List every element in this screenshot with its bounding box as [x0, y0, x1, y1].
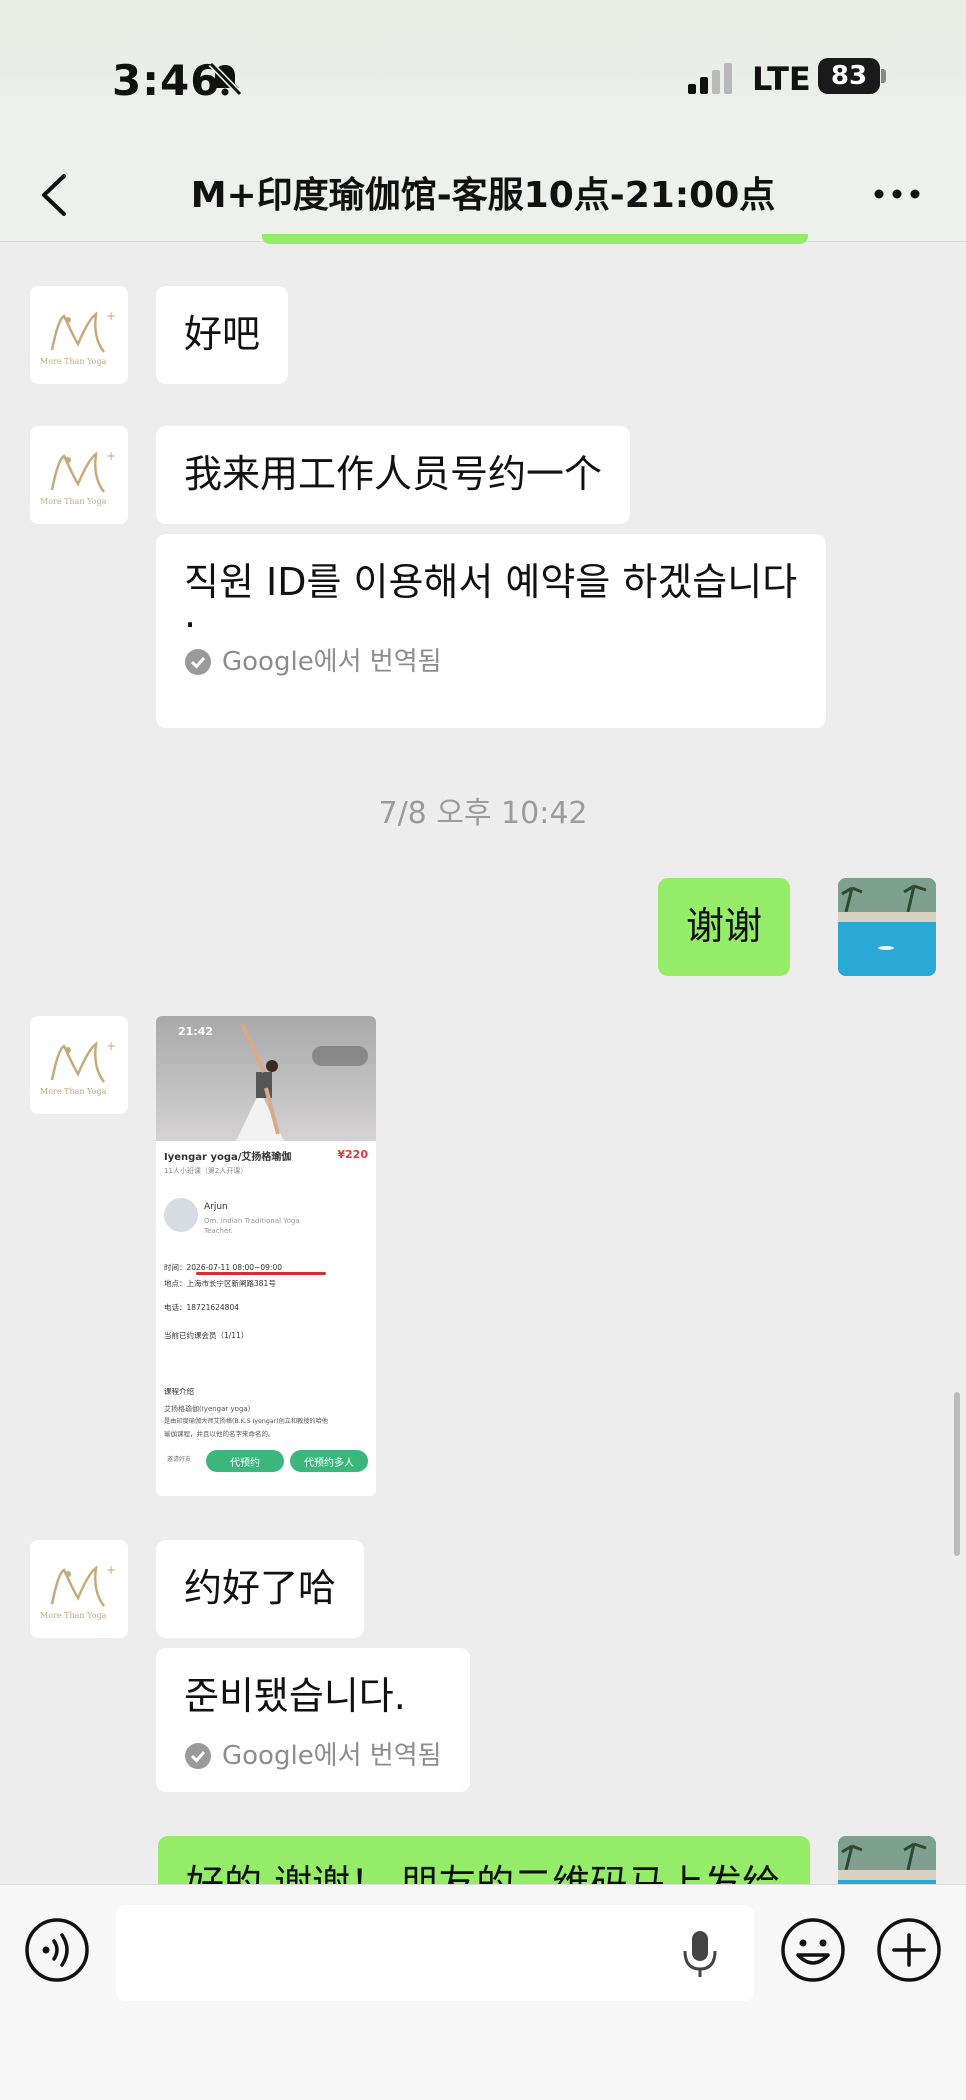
bell-off-icon — [208, 61, 243, 97]
translated-text: 직원 ID를 이용해서 예약을 하겠습니다 — [184, 560, 798, 604]
contact-avatar[interactable]: + More Than Yoga — [30, 426, 128, 524]
input-bar — [0, 1884, 966, 2100]
voice-input-icon[interactable] — [24, 1917, 90, 1983]
class-intro-line: 是由印度瑜伽大师艾扬格(B.K.S Iyengar)创立和教授的哈他 — [164, 1418, 328, 1425]
logo-text: More Than Yoga — [40, 1611, 107, 1620]
more-options-icon[interactable] — [872, 184, 922, 204]
translated-text: 준비됐습니다. — [184, 1674, 406, 1718]
yoga-logo-icon: + More Than Yoga — [40, 1563, 116, 1620]
class-intro-line: 艾扬格瑜伽(Iyengar yoga) — [164, 1405, 251, 1413]
share-friend-label: 邀请好友 — [166, 1456, 191, 1463]
class-location-row: 地点：上海市长宁区新闸路381号 — [164, 1279, 276, 1288]
status-time: 3:46 — [112, 56, 221, 105]
message-bubble-incoming[interactable]: 好吧 — [156, 286, 289, 384]
contact-avatar[interactable]: + More Than Yoga — [30, 286, 128, 384]
teacher-avatar — [164, 1198, 198, 1232]
message-timestamp: 7/8 오후 10:42 — [378, 796, 588, 831]
battery-nub — [881, 69, 886, 83]
message-text: 我来用工作人员号约一个 — [184, 452, 603, 496]
contact-avatar[interactable]: + More Than Yoga — [30, 1540, 128, 1638]
svg-text:+: + — [106, 449, 116, 463]
class-subtitle: 11人小班课（第2人开课） — [164, 1167, 248, 1175]
logo-text: More Than Yoga — [40, 1087, 107, 1096]
check-circle-icon — [185, 649, 211, 675]
translation-source: Google에서 번역됨 — [184, 638, 798, 686]
class-intro-line: 瑜伽课程，并且以他的名字来命名的。 — [164, 1430, 275, 1438]
book-multiple-button: 代预约多人 — [290, 1450, 368, 1472]
signal-icon — [688, 63, 732, 94]
translation-source: Google에서 번역됨 — [184, 1732, 442, 1780]
class-price: ¥220 — [337, 1148, 368, 1161]
battery-level: 83 — [830, 61, 868, 91]
svg-text:+: + — [106, 1563, 116, 1577]
class-intro-title: 课程介绍 — [164, 1387, 194, 1396]
yoga-pose-photo: 21:42 — [156, 1016, 376, 1141]
translation-bubble[interactable]: 직원 ID를 이용해서 예약을 하겠습니다 . Google에서 번역됨 — [156, 534, 826, 728]
message-text: 好吧 — [184, 312, 261, 356]
previous-green-bubble-edge — [262, 234, 808, 244]
microphone-icon[interactable] — [680, 1929, 720, 1979]
yoga-logo-icon: + More Than Yoga — [40, 1039, 116, 1096]
red-underline-mark — [196, 1272, 326, 1275]
emoji-icon[interactable] — [780, 1917, 846, 1983]
class-phone-row: 电话：18721624804 — [164, 1303, 239, 1312]
translation-note: Google에서 번역됨 — [222, 647, 442, 677]
yoga-logo-icon: + More Than Yoga — [40, 449, 116, 506]
screenshot-capsule — [312, 1046, 368, 1066]
back-arrow-icon[interactable] — [36, 170, 70, 220]
yoga-logo-icon: + More Than Yoga — [40, 309, 116, 366]
logo-text: More Than Yoga — [40, 357, 107, 366]
teacher-name: Arjun — [204, 1202, 228, 1212]
check-circle-icon — [185, 1743, 211, 1769]
chat-header: M+印度瑜伽馆-客服10点-21:00点 — [0, 150, 966, 242]
message-bubble-incoming[interactable]: 约好了哈 — [156, 1540, 365, 1638]
translation-bubble[interactable]: 준비됐습니다. Google에서 번역됨 — [156, 1648, 470, 1792]
status-bar: 3:46 LTE 83 — [0, 0, 966, 150]
scrollbar[interactable] — [954, 1392, 960, 1556]
message-bubble-outgoing[interactable]: 谢谢 — [658, 878, 791, 976]
book-button: 代预约 — [206, 1450, 284, 1472]
user-avatar[interactable] — [838, 878, 936, 976]
teacher-description: Om. Indian Traditional Yoga Teacher. — [204, 1217, 300, 1235]
logo-text: More Than Yoga — [40, 497, 107, 506]
svg-text:+: + — [106, 1039, 116, 1053]
translation-note: Google에서 번역됨 — [222, 1741, 442, 1771]
shared-image-message[interactable]: 21:42 Iyengar yoga/艾扬格瑜伽 ¥220 11人小班课（第2人… — [156, 1016, 376, 1496]
message-input[interactable] — [116, 1905, 754, 2001]
message-text: 约好了哈 — [184, 1566, 337, 1610]
plus-icon[interactable] — [876, 1917, 942, 1983]
message-bubble-incoming[interactable]: 我来用工作人员号约一个 — [156, 426, 631, 524]
class-members-row: 当前已约课会员（1/11） — [164, 1331, 249, 1340]
contact-avatar[interactable]: + More Than Yoga — [30, 1016, 128, 1114]
svg-text:+: + — [106, 309, 116, 323]
network-type: LTE — [752, 60, 811, 98]
class-title: Iyengar yoga/艾扬格瑜伽 — [164, 1152, 292, 1163]
battery-icon: 83 — [818, 58, 880, 94]
chat-title: M+印度瑜伽馆-客服10点-21:00点 — [190, 175, 776, 216]
pool-photo-icon — [838, 878, 936, 976]
screenshot-time: 21:42 — [178, 1025, 214, 1038]
message-text: 谢谢 — [686, 904, 763, 948]
